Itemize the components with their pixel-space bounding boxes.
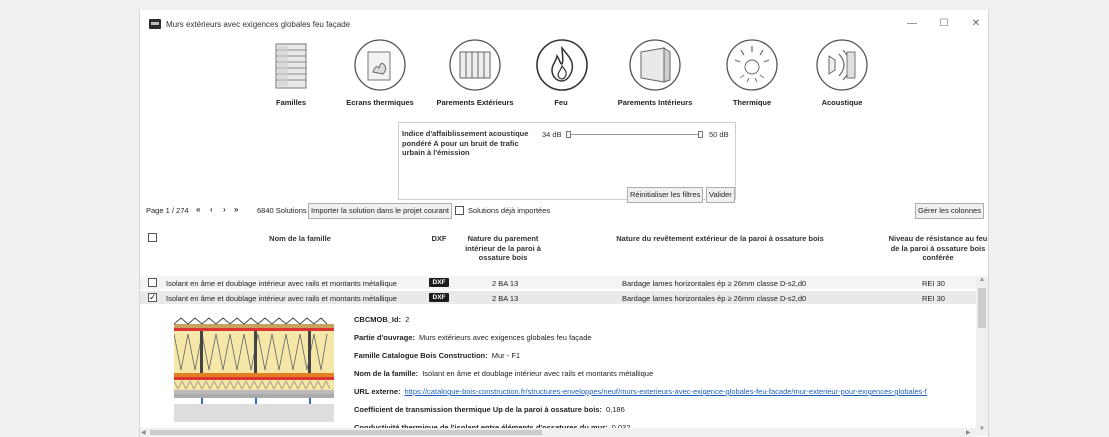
detail-famille-catalogue-value: Mur - F1: [491, 351, 521, 360]
column-header-dxf[interactable]: DXF: [426, 234, 452, 244]
category-acoustique[interactable]: Acoustique: [810, 38, 874, 107]
app-window: Murs extérieurs avec exigences globales …: [139, 10, 989, 437]
category-familles[interactable]: Familles: [258, 38, 324, 107]
row-checkbox[interactable]: [148, 278, 157, 287]
window-title: Murs extérieurs avec exigences globales …: [166, 20, 351, 29]
category-label: Feu: [554, 98, 568, 107]
detail-up-value: 0,186: [605, 405, 625, 414]
detail-famille-label: Nom de la famille:: [354, 369, 419, 378]
row-interior: 2 BA 13: [492, 294, 519, 303]
category-parements-interieurs[interactable]: Parements Intérieurs: [610, 38, 700, 107]
detail-famille-catalogue-label: Famille Catalogue Bois Construction:: [354, 351, 488, 360]
slider-max-handle[interactable]: [698, 131, 703, 138]
select-all-checkbox[interactable]: [148, 233, 157, 242]
first-page-button[interactable]: «: [196, 205, 200, 214]
close-button[interactable]: ✕: [970, 18, 982, 30]
imported-solutions-checkbox[interactable]: [455, 206, 464, 215]
detail-famille-value: Isolant en âme et doublage intérieur ave…: [422, 369, 654, 378]
table-header: Nom de la famille DXF Nature du parement…: [140, 232, 988, 276]
row-family: Isolant en âme et doublage intérieur ave…: [166, 279, 397, 288]
category-bar: Familles Ecrans thermiques Parements Ext…: [140, 38, 988, 120]
category-label: Thermique: [732, 98, 772, 107]
vertical-scroll-thumb[interactable]: [978, 288, 986, 328]
imported-solutions-label: Solutions déjà importées: [468, 206, 551, 215]
detail-ouvrage-label: Partie d'ouvrage:: [354, 333, 415, 342]
title-bar: Murs extérieurs avec exigences globales …: [140, 10, 988, 40]
acoustic-icon: [816, 39, 868, 91]
dxf-download-icon[interactable]: DXF: [429, 293, 449, 302]
detail-up: Coefficient de transmission thermique Up…: [354, 405, 625, 414]
horizontal-scroll-thumb[interactable]: [150, 430, 542, 435]
exterior-cladding-icon: [449, 39, 501, 91]
row-fire: REI 30: [922, 294, 945, 303]
page-indicator: Page 1 / 274: [146, 206, 189, 215]
detail-id-label: CBCMOB_Id:: [354, 315, 402, 324]
slider-min-handle[interactable]: [566, 131, 571, 138]
column-header-exterior[interactable]: Nature du revêtement extérieur de la par…: [580, 234, 860, 244]
category-label: Familles: [275, 98, 306, 107]
row-exterior: Bardage lames horizontales ép ≥ 26mm cla…: [622, 279, 807, 288]
scroll-left-icon[interactable]: ◀: [141, 429, 146, 436]
category-feu[interactable]: Feu: [535, 38, 588, 107]
row-checkbox[interactable]: [148, 292, 157, 303]
detail-ouvrage: Partie d'ouvrage: Murs extérieurs avec ex…: [354, 333, 592, 342]
acoustic-filter-panel: Indice d'affaiblissement acoustique pond…: [398, 122, 736, 203]
row-fire: REI 30: [922, 279, 945, 288]
filter-label: Indice d'affaiblissement acoustique pond…: [402, 129, 529, 157]
solutions-count: 6840 Solutions: [257, 206, 307, 215]
manage-columns-button[interactable]: Gérer les colonnes: [915, 203, 984, 219]
external-url-link[interactable]: https://catalogue-bois-construction.fr/s…: [405, 387, 927, 396]
slider-max-value: 50 dB: [709, 130, 729, 139]
thermal-icon: [726, 39, 778, 91]
detail-url: URL externe: https://catalogue-bois-const…: [354, 387, 927, 396]
reset-filters-button[interactable]: Réinitialiser les filtres: [627, 187, 704, 203]
column-header-fire[interactable]: Niveau de résistance au feu de la paroi …: [888, 234, 988, 263]
category-label: Parements Extérieurs: [436, 98, 514, 107]
column-header-family[interactable]: Nom de la famille: [230, 234, 370, 244]
minimize-button[interactable]: —: [906, 18, 918, 30]
slider-min-value: 34 dB: [542, 130, 562, 139]
category-thermique[interactable]: Thermique: [722, 38, 782, 107]
row-interior: 2 BA 13: [492, 279, 519, 288]
detail-ouvrage-value: Murs extérieurs avec exigences globales …: [418, 333, 592, 342]
detail-famille-catalogue: Famille Catalogue Bois Construction: Mur …: [354, 351, 520, 360]
scroll-down-icon[interactable]: ▼: [979, 426, 985, 432]
vertical-scrollbar[interactable]: ▲ ▼: [976, 276, 988, 436]
fire-icon: [536, 39, 588, 91]
last-page-button[interactable]: »: [234, 205, 238, 214]
dxf-download-icon[interactable]: DXF: [429, 278, 449, 287]
category-parements-exterieurs[interactable]: Parements Extérieurs: [432, 38, 518, 107]
detail-url-label: URL externe:: [354, 387, 401, 396]
next-page-button[interactable]: ›: [223, 205, 226, 214]
row-exterior: Bardage lames horizontales ép ≥ 26mm cla…: [622, 294, 807, 303]
column-header-interior[interactable]: Nature du parement intérieur de la paroi…: [458, 234, 548, 263]
detail-id-value: 2: [405, 315, 410, 324]
maximize-button[interactable]: ☐: [938, 18, 950, 30]
prev-page-button[interactable]: ‹: [210, 205, 213, 214]
horizontal-scrollbar[interactable]: ◀ ▶: [140, 428, 976, 437]
category-label: Ecrans thermiques: [346, 98, 414, 107]
app-logo-icon: [149, 19, 161, 29]
row-detail-panel: CBCMOB_Id: 2 Partie d'ouvrage: Murs extéri…: [140, 306, 976, 432]
results-toolbar: Page 1 / 274 « ‹ › » 6840 Solutions Impo…: [140, 203, 988, 219]
wall-section-diagram: [174, 314, 334, 422]
scroll-right-icon[interactable]: ▶: [966, 429, 971, 436]
detail-id: CBCMOB_Id: 2: [354, 315, 409, 324]
table-row[interactable]: Isolant en âme et doublage intérieur ave…: [140, 291, 976, 305]
thermal-screen-icon: [354, 39, 406, 91]
row-family: Isolant en âme et doublage intérieur ave…: [166, 294, 397, 303]
range-slider-track[interactable]: [569, 134, 701, 135]
validate-button[interactable]: Valider: [706, 187, 735, 203]
category-ecrans-thermiques[interactable]: Ecrans thermiques: [340, 38, 420, 107]
category-label: Parements Intérieurs: [617, 98, 693, 107]
category-label: Acoustique: [821, 98, 863, 107]
table-row[interactable]: Isolant en âme et doublage intérieur ave…: [140, 276, 976, 290]
scroll-up-icon[interactable]: ▲: [979, 277, 985, 283]
detail-famille: Nom de la famille: Isolant en âme et doub…: [354, 369, 653, 378]
detail-up-label: Coefficient de transmission thermique Up…: [354, 405, 602, 414]
import-solution-button[interactable]: Importer la solution dans le projet cour…: [308, 203, 452, 219]
interior-lining-icon: [629, 39, 681, 91]
wall-sample-icon: [275, 43, 307, 89]
